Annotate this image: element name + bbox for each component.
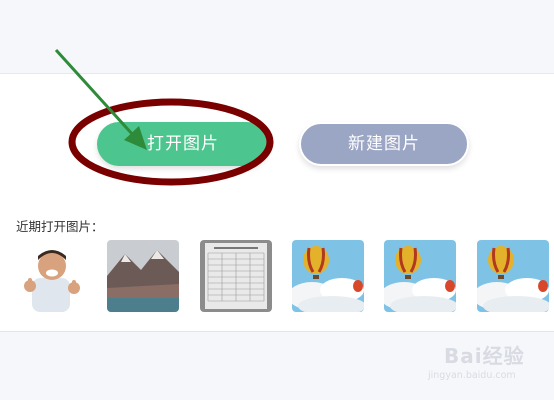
recent-thumbnail-balloon[interactable] — [477, 240, 549, 312]
recent-thumbnail-balloon[interactable] — [292, 240, 364, 312]
recent-thumbnail-man[interactable] — [16, 240, 88, 312]
top-band — [0, 0, 554, 74]
recent-thumbnail-balloon[interactable] — [384, 240, 456, 312]
watermark-url: jingyan.baidu.com — [428, 370, 516, 381]
watermark-brand: Bai经验 — [444, 344, 525, 368]
open-image-button[interactable]: 打开图片 — [97, 122, 269, 166]
recent-thumbnail-mountain[interactable] — [107, 240, 179, 312]
watermark: Bai经验 jingyan.baidu.com — [420, 340, 546, 390]
recent-images-label: 近期打开图片： — [16, 219, 104, 234]
new-image-button[interactable]: 新建图片 — [299, 122, 469, 166]
recent-thumbnail-document[interactable] — [200, 240, 272, 312]
